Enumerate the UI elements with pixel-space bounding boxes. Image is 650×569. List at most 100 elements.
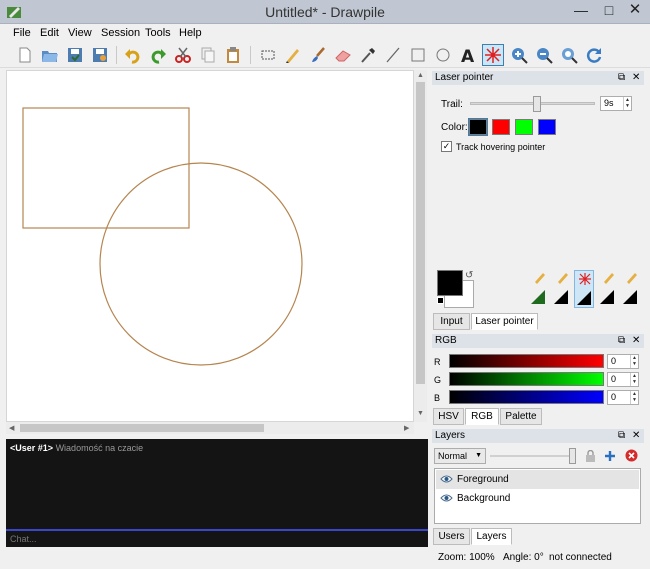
checkmark-icon: ✓: [442, 141, 451, 151]
canvas-vertical-scrollbar[interactable]: ▲ ▼: [414, 70, 427, 422]
tab-layers[interactable]: Layers: [471, 528, 512, 545]
chat-username: <User #1>: [10, 443, 54, 453]
tab-users[interactable]: Users: [433, 528, 470, 545]
menu-help[interactable]: Help: [179, 27, 202, 39]
blue-channel-slider[interactable]: [449, 390, 604, 404]
red-spinbox[interactable]: 0 ▲ ▼: [607, 354, 639, 369]
layer-name: Background: [457, 493, 511, 504]
open-folder-icon[interactable]: [39, 44, 61, 66]
redo-icon[interactable]: [147, 44, 169, 66]
close-dock-icon[interactable]: ✕: [632, 71, 640, 85]
horizontal-scroll-thumb[interactable]: [20, 424, 264, 432]
zoom-in-icon[interactable]: [508, 44, 530, 66]
spin-arrows[interactable]: ▲ ▼: [630, 391, 638, 404]
brush-preset-2[interactable]: [552, 270, 572, 308]
brush-preset-1[interactable]: [529, 270, 549, 308]
laser-pointer-tool-icon[interactable]: [482, 44, 504, 66]
tab-rgb[interactable]: RGB: [465, 408, 499, 425]
close-dock-icon[interactable]: ✕: [632, 429, 640, 443]
layer-background[interactable]: Background: [436, 489, 639, 508]
foreground-color-swatch[interactable]: [437, 270, 463, 296]
brush-tool-icon[interactable]: [307, 44, 329, 66]
angle-status: Angle: 0°: [503, 552, 544, 563]
selection-tool-icon[interactable]: [257, 44, 279, 66]
menu-file[interactable]: File: [13, 27, 31, 39]
laser-color-green[interactable]: [515, 119, 533, 135]
laser-dock-title: Laser pointer ⧉ ✕: [432, 71, 644, 85]
swap-colors-icon[interactable]: ↺: [465, 270, 473, 281]
undo-icon[interactable]: [122, 44, 144, 66]
canvas-horizontal-scrollbar[interactable]: ◀ ▶: [6, 422, 414, 434]
eye-icon[interactable]: [440, 493, 453, 503]
tab-input[interactable]: Input: [433, 313, 470, 330]
ellipse-tool-icon[interactable]: [432, 44, 454, 66]
float-dock-icon[interactable]: ⧉: [618, 71, 625, 85]
track-checkbox[interactable]: ✓: [441, 141, 452, 152]
menu-view[interactable]: View: [68, 27, 92, 39]
cut-icon[interactable]: [172, 44, 194, 66]
tool-settings-tabs: Input Laser pointer: [432, 313, 644, 330]
vertical-scroll-thumb[interactable]: [416, 82, 425, 384]
minimize-button[interactable]: —: [566, 1, 596, 21]
color-picker-tool-icon[interactable]: [357, 44, 379, 66]
paste-icon[interactable]: [222, 44, 244, 66]
green-spinbox[interactable]: 0 ▲ ▼: [607, 372, 639, 387]
brush-preset-5[interactable]: [621, 270, 641, 308]
zoom-status: Zoom: 100%: [438, 552, 495, 563]
trail-slider[interactable]: [470, 96, 595, 112]
layer-opacity-slider[interactable]: [490, 448, 576, 464]
green-channel-slider[interactable]: [449, 372, 604, 386]
opacity-slider-handle[interactable]: [569, 448, 576, 464]
reset-colors-icon[interactable]: [437, 297, 444, 304]
float-dock-icon[interactable]: ⧉: [618, 334, 625, 348]
laser-color-blue[interactable]: [538, 119, 556, 135]
copy-icon[interactable]: [197, 44, 219, 66]
blend-mode-select[interactable]: Normal ▼: [434, 448, 486, 464]
brush-preset-4[interactable]: [598, 270, 618, 308]
menu-session[interactable]: Session: [101, 27, 140, 39]
bottom-dock-tabs: Users Layers: [432, 528, 644, 545]
drawing-canvas[interactable]: [6, 70, 414, 422]
lock-icon[interactable]: [585, 449, 596, 462]
spin-arrows[interactable]: ▲ ▼: [630, 355, 638, 368]
pencil-preset-icon: [600, 273, 614, 304]
layer-foreground[interactable]: Foreground: [436, 470, 639, 489]
blue-spinbox[interactable]: 0 ▲ ▼: [607, 390, 639, 405]
zoom-out-icon[interactable]: [533, 44, 555, 66]
tab-laser-pointer[interactable]: Laser pointer: [471, 313, 538, 330]
spin-arrows[interactable]: ▲ ▼: [630, 373, 638, 386]
menu-edit[interactable]: Edit: [40, 27, 59, 39]
float-dock-icon[interactable]: ⧉: [618, 429, 625, 443]
delete-layer-icon[interactable]: [625, 449, 638, 462]
close-dock-icon[interactable]: ✕: [632, 334, 640, 348]
add-layer-icon[interactable]: [604, 450, 616, 462]
save-icon[interactable]: [64, 44, 86, 66]
red-channel-slider[interactable]: [449, 354, 604, 368]
laser-color-black[interactable]: [468, 118, 488, 136]
circle-shape: [99, 162, 303, 366]
tab-hsv[interactable]: HSV: [433, 408, 464, 425]
laser-color-red[interactable]: [492, 119, 510, 135]
pencil-tool-icon[interactable]: [282, 44, 304, 66]
brush-preset-laser[interactable]: [574, 270, 594, 308]
save-as-icon[interactable]: [89, 44, 111, 66]
eye-icon[interactable]: [440, 474, 453, 484]
zoom-reset-icon[interactable]: [558, 44, 580, 66]
color-label: Color:: [441, 122, 468, 133]
new-file-icon[interactable]: [14, 44, 36, 66]
menu-tools[interactable]: Tools: [145, 27, 171, 39]
rgb-dock-title-text: RGB: [435, 335, 457, 346]
pencil-preset-icon: [623, 273, 637, 304]
eraser-tool-icon[interactable]: [332, 44, 354, 66]
trail-slider-handle[interactable]: [533, 96, 542, 112]
tab-palette[interactable]: Palette: [500, 408, 542, 425]
text-tool-icon[interactable]: A: [457, 44, 479, 66]
chat-input[interactable]: [6, 531, 428, 547]
rotate-reset-icon[interactable]: [583, 44, 605, 66]
line-tool-icon[interactable]: [382, 44, 404, 66]
rectangle-tool-icon[interactable]: [407, 44, 429, 66]
title-bar: Untitled* - Drawpile — □ ✕: [0, 0, 650, 24]
close-window-button[interactable]: ✕: [620, 1, 650, 21]
spin-arrows[interactable]: ▲ ▼: [623, 97, 631, 110]
trail-spinbox[interactable]: 9s ▲ ▼: [600, 96, 632, 111]
